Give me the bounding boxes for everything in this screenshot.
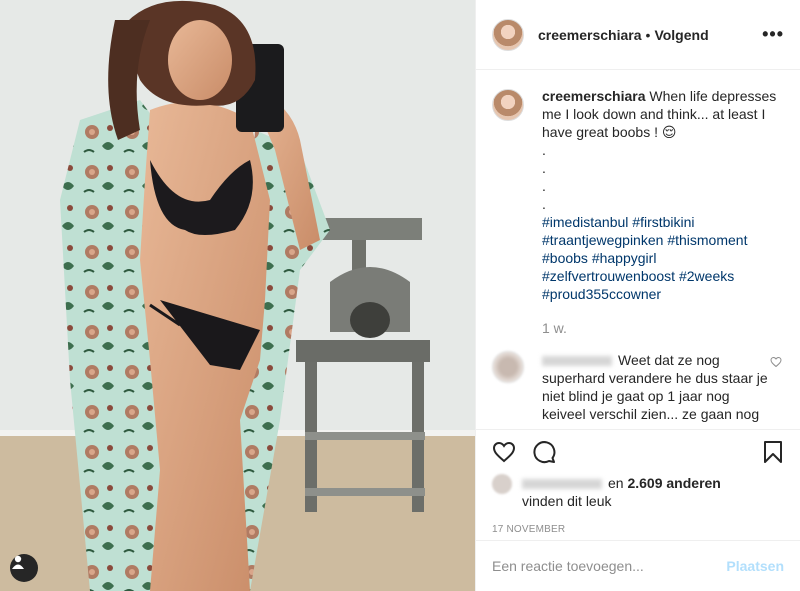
post-photo[interactable] (0, 0, 475, 591)
blurred-username[interactable] (542, 356, 612, 367)
header-username[interactable]: creemerschiara (538, 27, 642, 43)
post-comment-button[interactable]: Plaatsen (726, 558, 784, 574)
comment-icon[interactable] (532, 440, 556, 464)
post-date[interactable]: 17 NOVEMBER (492, 524, 784, 535)
comment-avatar[interactable] (492, 351, 524, 383)
post-header: creemerschiara • Volgend ••• (476, 0, 800, 70)
hashtag-line: #proud355ccowner (542, 285, 782, 303)
liker-avatar[interactable] (492, 474, 512, 494)
caption-avatar[interactable] (492, 89, 524, 121)
hashtag-link[interactable]: #traantjewegpinken (542, 232, 663, 248)
likes-suffix: vinden dit leuk (522, 493, 612, 509)
caption-dot: . (542, 142, 546, 158)
hashtag-link[interactable]: #happygirl (592, 250, 657, 266)
separator-dot: • (645, 26, 651, 43)
caption-dot: . (542, 178, 546, 194)
hashtag-link[interactable]: #firstbikini (632, 214, 694, 230)
comment-body: Weet dat ze nog superhard verandere he d… (542, 351, 772, 423)
heart-icon[interactable] (492, 440, 516, 464)
user-tag-icon (12, 555, 24, 569)
more-icon[interactable]: ••• (762, 24, 784, 45)
hashtag-link[interactable]: #2weeks (679, 268, 734, 284)
hashtag-link[interactable]: #proud355ccowner (542, 286, 661, 302)
user-tag-button[interactable] (10, 554, 38, 582)
hashtag-line: #boobs #happygirl (542, 249, 782, 267)
action-icons (492, 430, 784, 474)
caption-time[interactable]: 1 w. (542, 319, 782, 337)
hashtag-line: #traantjewegpinken #thismoment (542, 231, 782, 249)
caption-body: creemerschiara When life depresses me I … (542, 87, 782, 337)
small-heart-icon[interactable] (770, 355, 782, 373)
post-panel: creemerschiara • Volgend ••• creemerschi… (475, 0, 800, 591)
caption-username[interactable]: creemerschiara (542, 88, 646, 104)
hashtag-line: #zelfvertrouwenboost #2weeks (542, 267, 782, 285)
caption-dot: . (542, 160, 546, 176)
comments-section[interactable]: creemerschiara When life depresses me I … (476, 71, 800, 429)
likes-connector: en (608, 475, 624, 491)
comment-item: Weet dat ze nog superhard verandere he d… (492, 351, 784, 423)
follow-state-button[interactable]: Volgend (654, 27, 708, 43)
likes-row: en 2.609 anderen vinden dit leuk (492, 474, 784, 510)
caption: creemerschiara When life depresses me I … (492, 87, 784, 337)
avatar[interactable] (492, 18, 524, 51)
actions-section: en 2.609 anderen vinden dit leuk 17 NOVE… (476, 429, 800, 535)
hashtag-link[interactable]: #zelfvertrouwenboost (542, 268, 675, 284)
caption-dot: . (542, 196, 546, 212)
likes-text: en 2.609 anderen vinden dit leuk (522, 474, 721, 510)
hashtag-line: #imedistanbul #firstbikini (542, 213, 782, 231)
blurred-liker-name[interactable] (522, 479, 602, 490)
add-comment-bar: Plaatsen (476, 540, 800, 591)
likes-count[interactable]: 2.609 anderen (627, 475, 720, 491)
hashtag-link[interactable]: #thismoment (667, 232, 747, 248)
hashtag-link[interactable]: #boobs (542, 250, 588, 266)
photo-illustration (0, 0, 475, 591)
bookmark-icon[interactable] (762, 440, 784, 464)
hashtag-link[interactable]: #imedistanbul (542, 214, 628, 230)
comment-input[interactable] (492, 558, 727, 574)
